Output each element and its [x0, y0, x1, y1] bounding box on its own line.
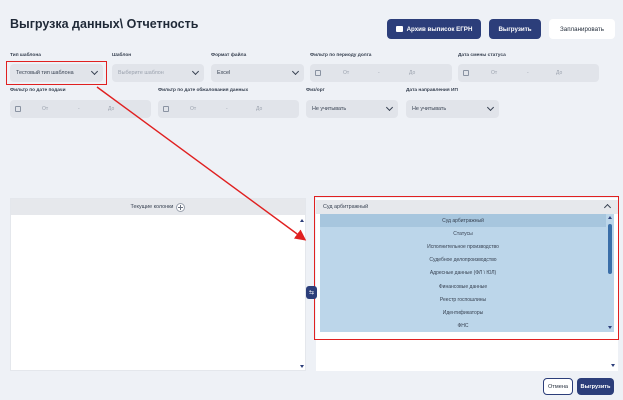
annotation-arrow: [96, 86, 307, 241]
export-button-bottom[interactable]: Выгрузить: [577, 378, 614, 395]
cancel-button[interactable]: Отмена: [543, 378, 573, 395]
